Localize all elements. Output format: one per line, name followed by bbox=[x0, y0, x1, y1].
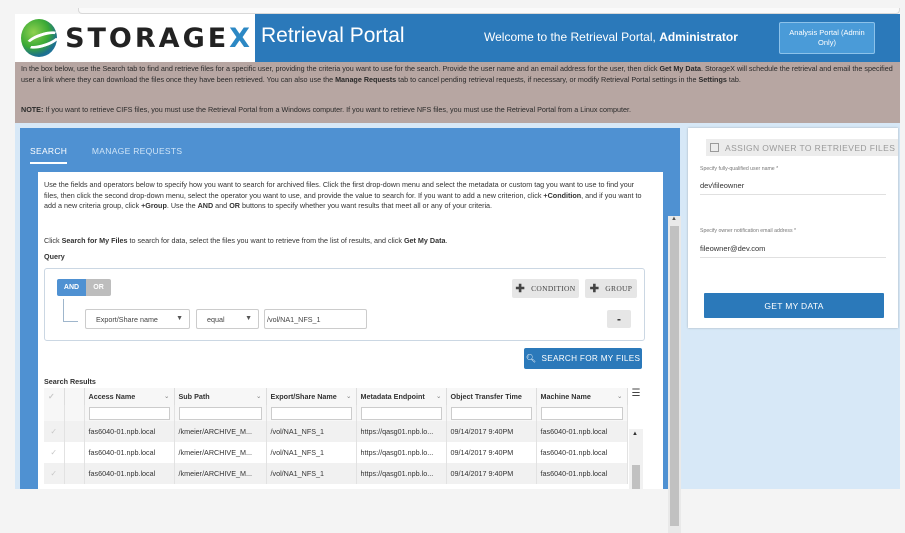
value-input[interactable]: /vol/NA1_NFS_1 bbox=[264, 309, 367, 329]
storagex-logo: STORAGEX bbox=[21, 16, 253, 60]
filter-export-share-name[interactable] bbox=[266, 405, 357, 421]
field-select-value: Export/Share name bbox=[96, 314, 158, 324]
filter-metadata-endpoint[interactable] bbox=[356, 405, 447, 421]
email-label: Specify owner notification email address… bbox=[700, 228, 797, 234]
welcome-message: Welcome to the Retrieval Portal, Adminis… bbox=[484, 30, 738, 44]
filter-machine-name[interactable] bbox=[536, 405, 628, 421]
column-header-machine-name[interactable]: Machine Name ⌄ bbox=[536, 388, 628, 405]
add-condition-button[interactable]: ✚ CONDITION bbox=[512, 279, 579, 298]
chevron-down-icon: ⌄ bbox=[436, 393, 442, 400]
add-group-label: GROUP bbox=[605, 284, 633, 293]
username-field[interactable]: dev\fileowner bbox=[700, 178, 886, 195]
operator-select-value: equal bbox=[207, 314, 225, 324]
username-label: Specify fully-qualified user name * bbox=[700, 166, 779, 172]
search-button-label: SEARCH FOR MY FILES bbox=[541, 354, 641, 363]
plus-icon: ✚ bbox=[515, 283, 526, 295]
tab-manage-requests[interactable]: MANAGE REQUESTS bbox=[92, 146, 182, 162]
panel-scrollbar[interactable]: ▲ bbox=[668, 216, 681, 533]
logo-text: STORAGEX bbox=[65, 23, 253, 54]
column-header-sub-path[interactable]: Sub Path ⌄ bbox=[174, 388, 267, 405]
chevron-down-icon: ⌄ bbox=[617, 393, 623, 400]
logo-text-accent: X bbox=[229, 22, 253, 54]
and-button[interactable]: AND bbox=[57, 279, 86, 296]
query-label: Query bbox=[44, 252, 65, 261]
field-select[interactable]: Export/Share name ▼ bbox=[85, 309, 190, 329]
value-input-text: /vol/NA1_NFS_1 bbox=[267, 314, 321, 324]
owner-card: ASSIGN OWNER TO RETRIEVED FILES Specify … bbox=[688, 128, 898, 328]
grid-scrollbar[interactable]: ▲ bbox=[629, 429, 643, 489]
plus-icon: ✚ bbox=[589, 283, 600, 295]
analysis-portal-button[interactable]: Analysis Portal (Admin Only) bbox=[779, 22, 875, 54]
scroll-up-arrow-icon[interactable]: ▲ bbox=[671, 216, 677, 222]
app-header: STORAGEX Retrieval Portal Welcome to the… bbox=[15, 14, 900, 62]
add-group-button[interactable]: ✚ GROUP bbox=[585, 279, 637, 298]
select-all-checkbox[interactable]: ✓ bbox=[44, 388, 65, 405]
query-builder: AND OR ✚ CONDITION ✚ GROUP Export/Share na… bbox=[44, 268, 645, 341]
info-banner: In the box below, use the Search tab to … bbox=[15, 62, 900, 123]
tab-search[interactable]: SEARCH bbox=[30, 146, 68, 164]
grid-header-row: ✓ Access Name ⌄ Sub Path ⌄ Export/Share Na… bbox=[44, 388, 628, 405]
filter-sub-path[interactable] bbox=[174, 405, 267, 421]
assign-owner-checkbox[interactable]: ASSIGN OWNER TO RETRIEVED FILES bbox=[706, 139, 898, 156]
column-header-export-share-name[interactable]: Export/Share Name ⌄ bbox=[266, 388, 357, 405]
logo-text-main: STORAGE bbox=[65, 22, 230, 54]
assign-owner-label: ASSIGN OWNER TO RETRIEVED FILES bbox=[725, 142, 896, 153]
grid-scroll-thumb[interactable] bbox=[632, 465, 640, 489]
row-checkbox[interactable]: ✓ bbox=[44, 442, 65, 463]
results-grid: ✓ Access Name ⌄ Sub Path ⌄ Export/Share Na… bbox=[44, 388, 628, 484]
info-note: NOTE: If you want to retrieve CIFS files… bbox=[21, 105, 631, 114]
portal-title: Retrieval Portal bbox=[261, 24, 405, 47]
column-header-metadata-endpoint[interactable]: Metadata Endpoint ⌄ bbox=[356, 388, 447, 405]
filter-object-transfer-time[interactable] bbox=[446, 405, 537, 421]
or-button[interactable]: OR bbox=[86, 279, 111, 296]
search-instructions: Use the fields and operators below to sp… bbox=[44, 180, 642, 211]
row-checkbox[interactable]: ✓ bbox=[44, 463, 65, 484]
tree-connector bbox=[63, 299, 78, 322]
column-header-object-transfer-time[interactable]: Object Transfer Time bbox=[446, 388, 537, 405]
email-field[interactable]: fileowner@dev.com bbox=[700, 241, 886, 258]
get-my-data-button[interactable]: GET MY DATA bbox=[704, 293, 884, 318]
grid-filter-row bbox=[44, 405, 628, 421]
caret-down-icon: ▼ bbox=[245, 315, 252, 322]
search-instructions-2: Click Search for My Files to search for … bbox=[44, 236, 448, 245]
table-row[interactable]: ✓ fas6040-01.npb.local/kmeier/ARCHIVE_M.… bbox=[44, 463, 628, 484]
search-for-my-files-button[interactable]: 🔍︎ SEARCH FOR MY FILES bbox=[524, 348, 642, 369]
caret-down-icon: ▼ bbox=[176, 315, 183, 322]
filter-access-name[interactable] bbox=[84, 405, 175, 421]
table-row[interactable]: ✓ fas6040-01.npb.local/kmeier/ARCHIVE_M.… bbox=[44, 442, 628, 463]
and-or-toggle: AND OR bbox=[57, 279, 111, 296]
tab-bar: SEARCH MANAGE REQUESTS bbox=[30, 146, 204, 166]
search-card: SEARCH MANAGE REQUESTS Use the fields an… bbox=[20, 128, 681, 533]
chevron-down-icon: ⌄ bbox=[164, 393, 170, 400]
add-condition-label: CONDITION bbox=[531, 284, 576, 293]
grid-menu-icon[interactable]: ☰ bbox=[629, 388, 643, 405]
chevron-down-icon: ⌄ bbox=[346, 393, 352, 400]
search-panel: Use the fields and operators below to sp… bbox=[38, 172, 681, 533]
row-checkbox[interactable]: ✓ bbox=[44, 421, 65, 442]
chevron-down-icon: ⌄ bbox=[256, 393, 262, 400]
search-icon: 🔍︎ bbox=[525, 353, 537, 363]
checkbox-icon bbox=[710, 143, 719, 152]
info-text: In the box below, use the Search tab to … bbox=[21, 64, 893, 84]
table-row[interactable]: ✓ fas6040-01.npb.local/kmeier/ARCHIVE_M.… bbox=[44, 421, 628, 442]
operator-select[interactable]: equal ▼ bbox=[196, 309, 259, 329]
panel-scroll-thumb[interactable] bbox=[670, 226, 679, 526]
scroll-up-arrow-icon[interactable]: ▲ bbox=[632, 431, 638, 437]
header-bar: Retrieval Portal Welcome to the Retrieva… bbox=[255, 14, 900, 62]
remove-condition-button[interactable]: - bbox=[607, 310, 631, 328]
welcome-user: Administrator bbox=[659, 30, 738, 44]
globe-logo-icon bbox=[21, 19, 58, 57]
search-results-label: Search Results bbox=[44, 377, 96, 386]
grid-header-blank bbox=[64, 388, 85, 405]
welcome-prefix: Welcome to the Retrieval Portal, bbox=[484, 30, 660, 44]
column-header-access-name[interactable]: Access Name ⌄ bbox=[84, 388, 175, 405]
